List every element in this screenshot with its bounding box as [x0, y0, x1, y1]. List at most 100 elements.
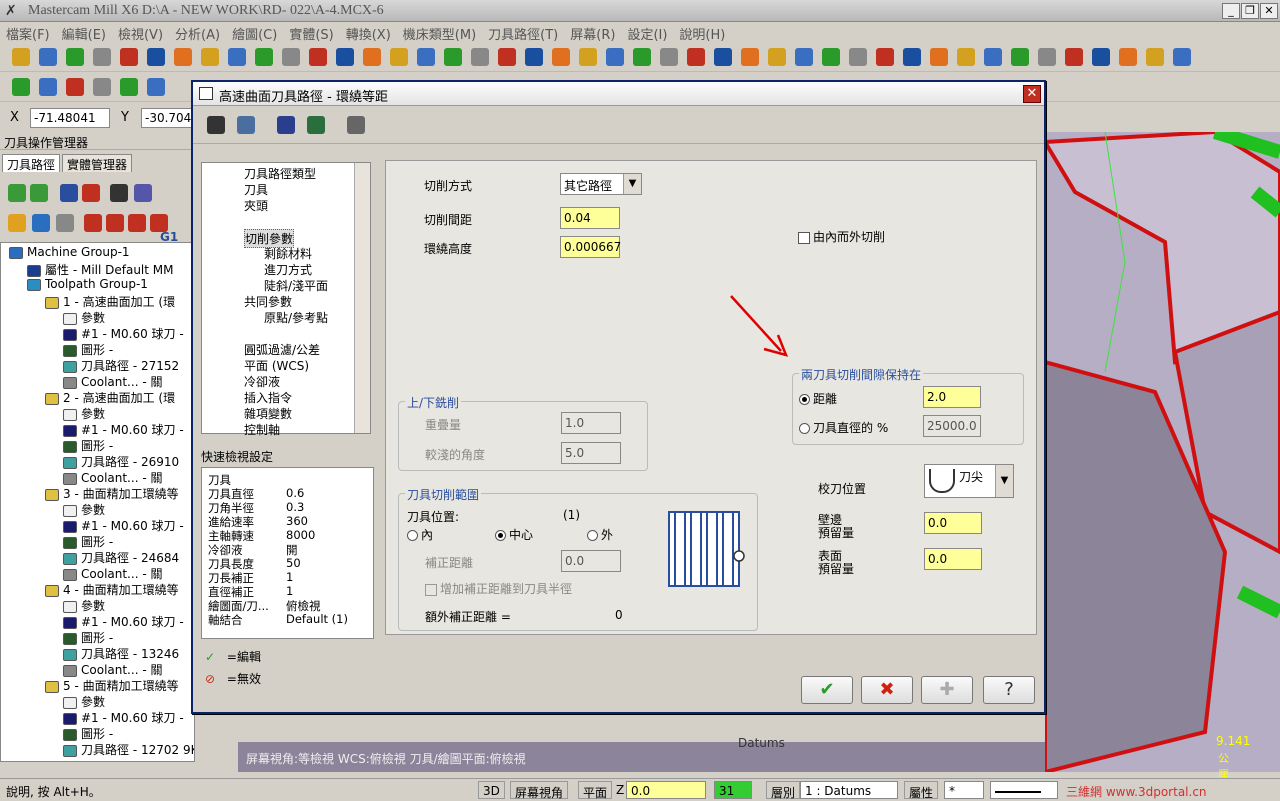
tb1-button-13-icon[interactable]	[363, 48, 381, 66]
calculator-icon[interactable]	[347, 116, 365, 134]
no-post-icon[interactable]	[56, 214, 74, 232]
tree-item[interactable]: #1 - M0.60 球刀 -	[63, 325, 184, 341]
tb1-button-27-icon[interactable]	[741, 48, 759, 66]
nav-item[interactable]: 共同參數	[244, 293, 292, 310]
center-radio[interactable]	[495, 530, 506, 541]
apply-button[interactable]: ✚	[921, 676, 973, 704]
distance-field[interactable]: 2.0	[923, 386, 981, 408]
nav-item[interactable]: 圓弧過濾/公差	[244, 341, 320, 358]
level-name-field[interactable]: 1 : Datums	[800, 781, 898, 799]
save-default-icon[interactable]	[307, 116, 325, 134]
tb1-button-7-icon[interactable]	[201, 48, 219, 66]
tree-item[interactable]: 圖形 -	[63, 437, 113, 453]
lock-icon[interactable]	[8, 214, 26, 232]
nav-item[interactable]: 冷卻液	[244, 373, 280, 390]
overlap-field[interactable]: 1.0	[561, 412, 621, 434]
inside-radio[interactable]	[407, 530, 418, 541]
tb2-button-0-icon[interactable]	[12, 78, 30, 96]
percent-radio[interactable]	[799, 423, 810, 434]
tree-item[interactable]: Coolant... - 關	[63, 373, 162, 389]
regenerate-dirty-icon[interactable]	[82, 184, 100, 202]
tb2-button-1-icon[interactable]	[39, 78, 57, 96]
tree-item[interactable]: #1 - M0.60 球刀 -	[63, 517, 184, 533]
point-style-field[interactable]: *	[944, 781, 984, 799]
cancel-button[interactable]: ✖	[861, 676, 913, 704]
tab-solids[interactable]: 實體管理器	[62, 154, 133, 172]
tree-item[interactable]: Coolant... - 關	[63, 565, 162, 581]
tree-item[interactable]: 屬性 - Mill Default MM	[27, 261, 174, 277]
tb1-button-39-icon[interactable]	[1065, 48, 1083, 66]
tree-item[interactable]: 圖形 -	[63, 533, 113, 549]
tb1-button-38-icon[interactable]	[1038, 48, 1056, 66]
tb1-button-11-icon[interactable]	[309, 48, 327, 66]
outside-radio[interactable]	[587, 530, 598, 541]
tb1-button-43-icon[interactable]	[1173, 48, 1191, 66]
tab-toolpaths[interactable]: 刀具路徑	[2, 154, 61, 172]
close-window-button[interactable]: ✕	[1260, 3, 1278, 19]
tb1-button-15-icon[interactable]	[417, 48, 435, 66]
move-up-icon[interactable]	[106, 214, 124, 232]
maximize-button[interactable]: ❐	[1241, 3, 1259, 19]
tb1-button-35-icon[interactable]	[957, 48, 975, 66]
add-comp-checkbox[interactable]	[425, 583, 437, 596]
tree-item[interactable]: 刀具路徑 - 27152	[63, 357, 179, 373]
tree-item[interactable]: Coolant... - 關	[63, 469, 162, 485]
tree-item[interactable]: 刀具路徑 - 24684	[63, 549, 179, 565]
nav-item[interactable]: 控制軸	[244, 421, 280, 438]
percent-option[interactable]: 刀具直徑的 %	[799, 419, 888, 436]
select-all-icon[interactable]	[8, 184, 26, 202]
level-button[interactable]: 層別	[766, 781, 801, 800]
tb1-button-17-icon[interactable]	[471, 48, 489, 66]
tb2-button-2-icon[interactable]	[66, 78, 84, 96]
tb1-button-3-icon[interactable]	[93, 48, 111, 66]
tb1-button-25-icon[interactable]	[687, 48, 705, 66]
nav-item[interactable]: 刀具路徑類型	[244, 165, 316, 182]
nav-scrollbar[interactable]	[354, 163, 370, 433]
tb1-button-8-icon[interactable]	[228, 48, 246, 66]
help-button[interactable]: ?	[983, 676, 1035, 704]
distance-radio[interactable]	[799, 394, 810, 405]
insert-arrow-icon[interactable]	[128, 214, 146, 232]
tree-item[interactable]: #1 - M0.60 球刀 -	[63, 613, 184, 629]
z-depth-field[interactable]: 0.0	[626, 781, 706, 799]
tree-item[interactable]: 5 - 曲面精加工環繞等	[45, 677, 179, 693]
add-comp-option[interactable]: 增加補正距離到刀具半徑	[425, 580, 572, 597]
tb1-button-2-icon[interactable]	[66, 48, 84, 66]
comp-distance-field[interactable]: 0.0	[561, 550, 621, 572]
floor-stock-field[interactable]: 0.0	[924, 548, 982, 570]
tree-item[interactable]: 1 - 高速曲面加工 (環	[45, 293, 175, 309]
tb1-button-28-icon[interactable]	[768, 48, 786, 66]
y-coord-field[interactable]: -30.70429	[141, 108, 195, 128]
tool-icon[interactable]	[207, 116, 225, 134]
nav-item[interactable]: 插入指令	[244, 389, 292, 406]
tree-item[interactable]: 3 - 曲面精加工環繞等	[45, 485, 179, 501]
nav-item[interactable]: 剩餘材料	[264, 245, 312, 262]
tb1-button-29-icon[interactable]	[795, 48, 813, 66]
tree-item[interactable]: 參數	[63, 309, 105, 325]
nav-item[interactable]: 雜項變數	[244, 405, 292, 422]
nav-item[interactable]: 原點/參考點	[264, 309, 328, 326]
color-field[interactable]: 31	[714, 781, 752, 799]
view-options-icon[interactable]	[237, 116, 255, 134]
tb1-button-23-icon[interactable]	[633, 48, 651, 66]
plane-button[interactable]: 平面	[578, 781, 613, 800]
scroll-to-icon[interactable]	[150, 214, 168, 232]
tb1-button-0-icon[interactable]	[12, 48, 30, 66]
mode-3d-button[interactable]: 3D	[478, 781, 505, 799]
cut-method-select[interactable]: 其它路徑 ▼	[560, 173, 642, 195]
outside-option[interactable]: 外	[587, 526, 613, 543]
tree-item[interactable]: 刀具路徑 - 26910	[63, 453, 179, 469]
ok-button[interactable]: ✔	[801, 676, 853, 704]
distance-option[interactable]: 距離	[799, 390, 837, 407]
tb1-button-21-icon[interactable]	[579, 48, 597, 66]
tb1-button-14-icon[interactable]	[390, 48, 408, 66]
screen-view-button[interactable]: 屏幕視角	[510, 781, 569, 800]
inside-out-checkbox[interactable]	[798, 231, 810, 244]
verify-icon[interactable]	[134, 184, 152, 202]
tree-item[interactable]: 刀具路徑 - 12702 9K	[63, 741, 194, 757]
tree-item[interactable]: Coolant... - 關	[63, 661, 162, 677]
nav-item[interactable]: 平面 (WCS)	[244, 357, 309, 374]
backplot-icon[interactable]	[110, 184, 128, 202]
tip-comp-select[interactable]: 刀尖 ▼	[924, 464, 1014, 498]
tree-item[interactable]: 參數	[63, 405, 105, 421]
